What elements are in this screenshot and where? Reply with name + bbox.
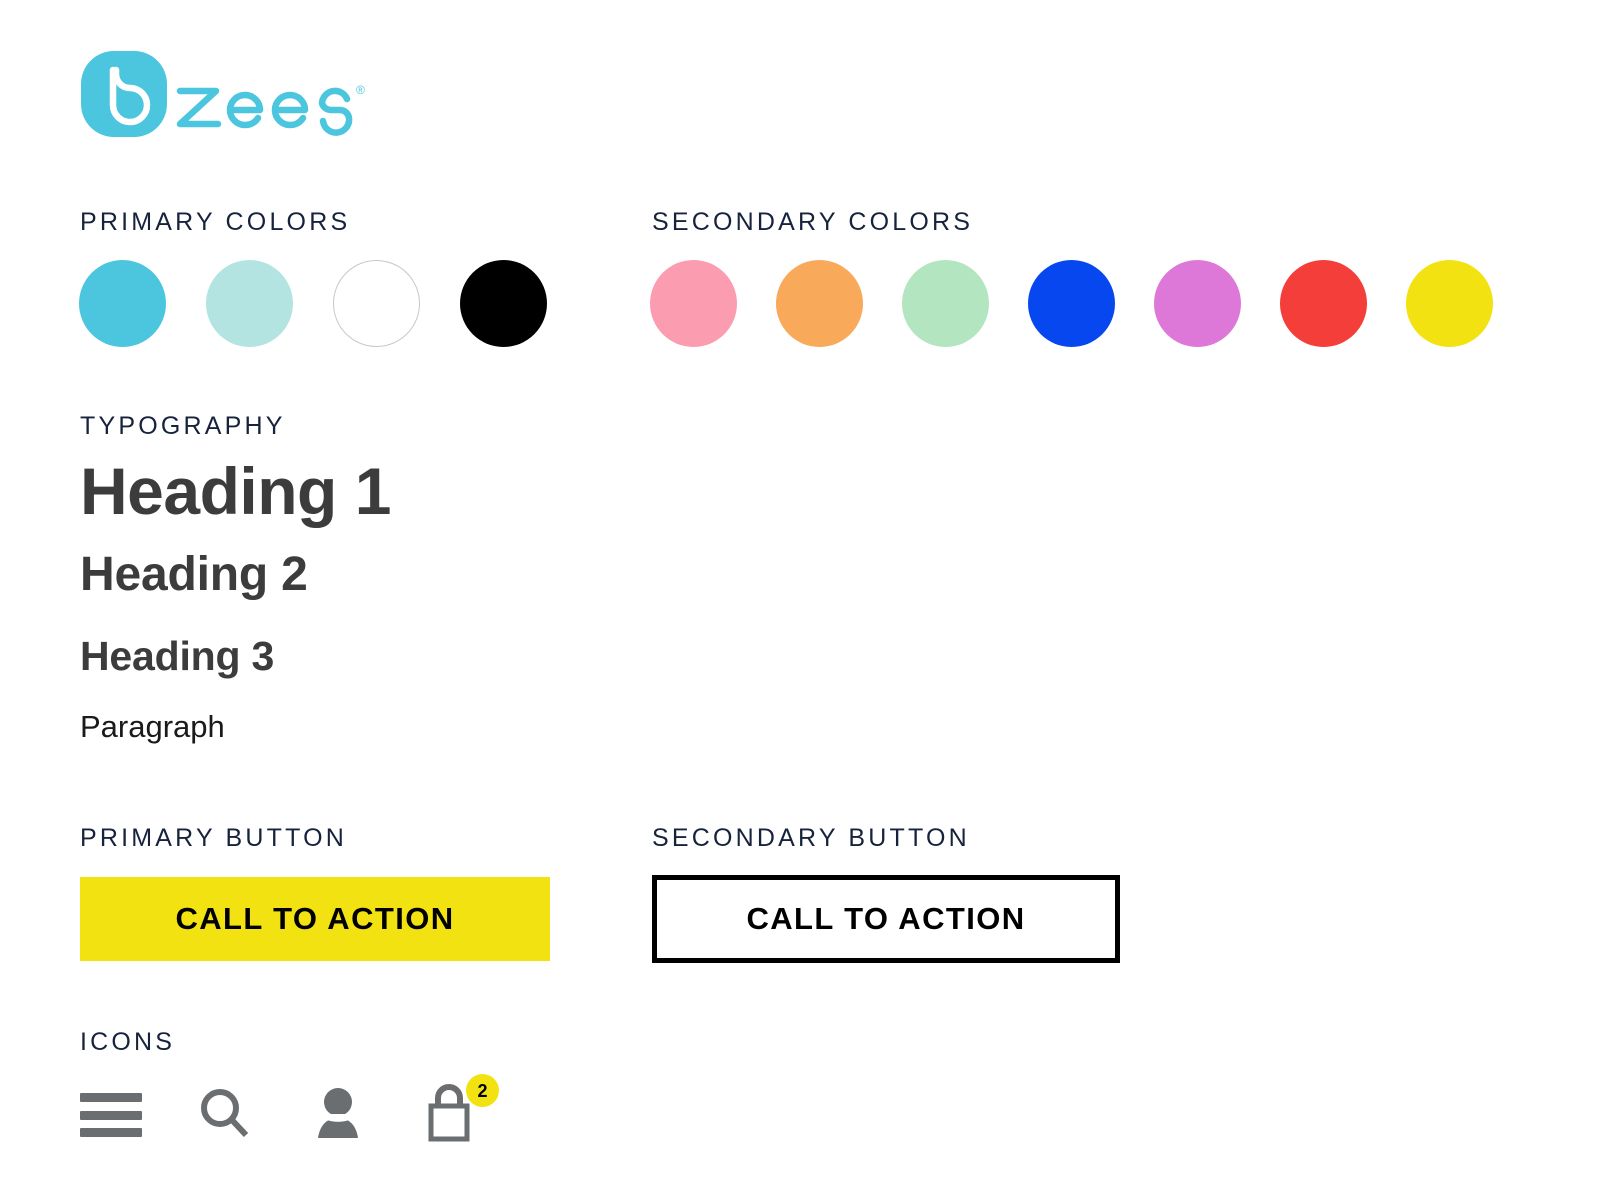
paragraph-sample: Paragraph (80, 709, 225, 744)
color-swatch-pink (650, 260, 737, 347)
brand-logo[interactable]: ® (80, 48, 372, 140)
typography-heading: TYPOGRAPHY (80, 412, 286, 440)
color-swatch-orchid (1154, 260, 1241, 347)
account-icon[interactable] (310, 1078, 380, 1148)
color-swatch-cyan (79, 260, 166, 347)
primary-cta-button[interactable]: CALL TO ACTION (80, 877, 550, 961)
color-swatch-pale-aqua (206, 260, 293, 347)
color-swatch-red (1280, 260, 1367, 347)
heading-2-sample: Heading 2 (80, 548, 308, 601)
color-swatch-blue (1028, 260, 1115, 347)
color-swatch-white (333, 260, 420, 347)
bag-badge-count: 2 (466, 1074, 499, 1107)
primary-color-swatches (79, 260, 587, 347)
hamburger-bar-bottom (80, 1128, 142, 1137)
hamburger-bar-top (80, 1093, 142, 1102)
color-swatch-orange (776, 260, 863, 347)
color-swatch-black (460, 260, 547, 347)
search-icon[interactable] (195, 1078, 265, 1148)
primary-button-heading: PRIMARY BUTTON (80, 824, 348, 852)
icons-heading: ICONS (80, 1028, 176, 1056)
secondary-button-heading: SECONDARY BUTTON (652, 824, 970, 852)
heading-3-sample: Heading 3 (80, 633, 275, 679)
heading-1-sample: Heading 1 (80, 454, 391, 528)
primary-colors-heading: PRIMARY COLORS (80, 208, 351, 236)
trademark-symbol: ® (356, 83, 365, 97)
hamburger-bar-middle (80, 1110, 142, 1120)
color-swatch-yellow (1406, 260, 1493, 347)
hamburger-bars (80, 1089, 142, 1137)
icon-set: 2 (80, 1074, 499, 1148)
logo-mark-icon (80, 48, 168, 140)
color-swatch-mint-green (902, 260, 989, 347)
secondary-colors-heading: SECONDARY COLORS (652, 208, 974, 236)
logo-wordmark: ® (172, 48, 372, 140)
secondary-cta-button[interactable]: CALL TO ACTION (652, 875, 1120, 963)
shopping-bag-icon[interactable]: 2 (425, 1074, 499, 1148)
secondary-color-swatches (650, 260, 1532, 347)
hamburger-menu-icon[interactable] (80, 1078, 150, 1148)
style-guide-page: ® PRIMARY COLORS SECONDARY COLORS TYPOGR… (0, 0, 1600, 1200)
